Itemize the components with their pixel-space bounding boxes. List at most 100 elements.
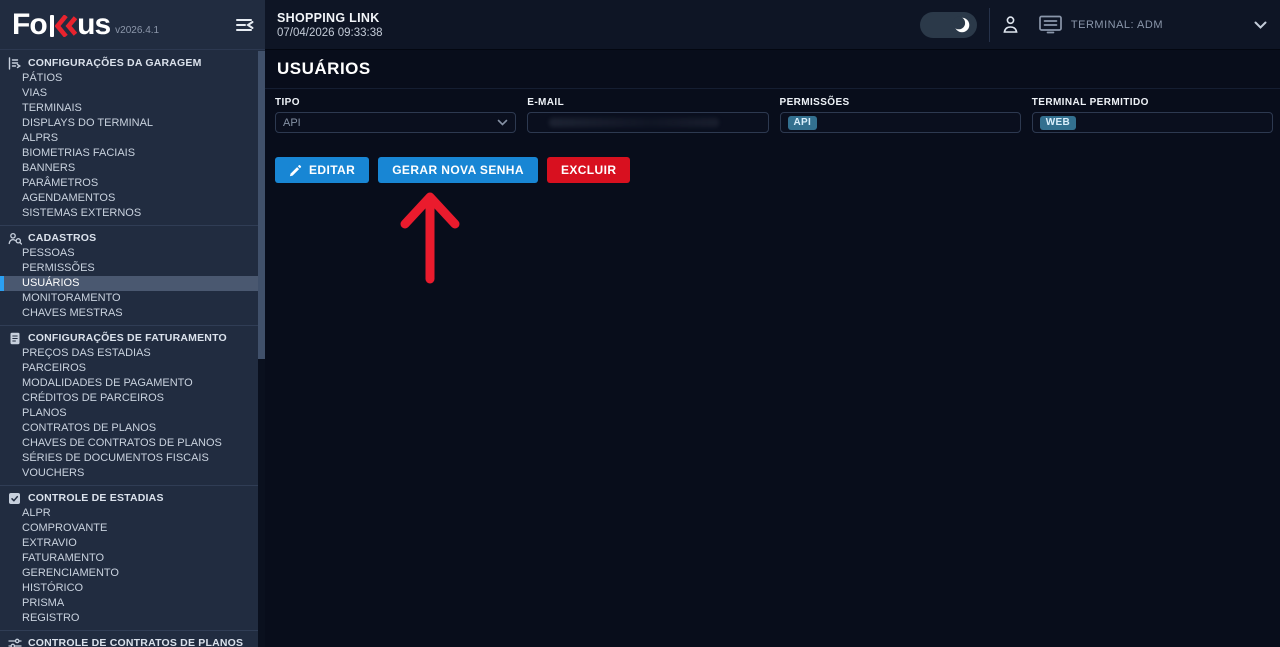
- section-label: CONTROLE DE CONTRATOS DE PLANOS: [28, 637, 243, 647]
- sidebar-item-chaves-de-contratos-de-planos[interactable]: CHAVES DE CONTRATOS DE PLANOS: [0, 436, 258, 451]
- terminal-label: TERMINAL: ADM: [1071, 19, 1163, 31]
- moon-icon: [951, 15, 971, 35]
- permissoes-tag: API: [788, 116, 818, 130]
- logo-k-accent-icon: [55, 15, 77, 37]
- person-search-icon: [7, 232, 22, 245]
- sidebar-item-agendamentos[interactable]: AGENDAMENTOS: [0, 191, 258, 206]
- user-form: TIPO API E-MAIL PERMISSÕESAPI TERMINAL PERMI…: [265, 89, 1280, 133]
- version-label: v2026.4.1: [115, 25, 159, 36]
- sidebar-item-comprovante[interactable]: COMPROVANTE: [0, 521, 258, 536]
- sidebar-item-creditos-de-parceiros[interactable]: CRÉDITOS DE PARCEIROS: [0, 391, 258, 406]
- sidebar-nav: CONFIGURAÇÕES DA GARAGEMPÁTIOSVIASTERMIN…: [0, 51, 258, 647]
- datetime-label: 07/04/2026 09:33:38: [277, 27, 920, 39]
- site-title: SHOPPING LINK: [277, 11, 920, 25]
- selected-value: API: [283, 117, 301, 129]
- section-header-configuracoes-de-faturamento[interactable]: CONFIGURAÇÕES DE FATURAMENTO: [0, 330, 258, 346]
- tipo-label: TIPO: [275, 97, 516, 108]
- collapse-menu-icon[interactable]: [233, 14, 255, 36]
- sidebar-item-patios[interactable]: PÁTIOS: [0, 71, 258, 86]
- sidebar-section-controle-de-estadias: CONTROLE DE ESTADIAS ALPRCOMPROVANTEEXTRA…: [0, 486, 258, 631]
- section-label: CADASTROS: [28, 232, 96, 244]
- sidebar-item-faturamento[interactable]: FATURAMENTO: [0, 551, 258, 566]
- terminal-permitido-tag: WEB: [1040, 116, 1076, 130]
- sidebar-item-vias[interactable]: VIAS: [0, 86, 258, 101]
- sidebar-section-configuracoes-de-faturamento: CONFIGURAÇÕES DE FATURAMENTO PREÇOS DAS E…: [0, 326, 258, 486]
- terminal-permitido-label: TERMINAL PERMITIDO: [1032, 97, 1273, 108]
- checkbox-icon: [7, 492, 22, 505]
- permissoes-tags-input[interactable]: API: [780, 112, 1021, 133]
- page-header: USUÁRIOS: [265, 50, 1280, 89]
- section-label: CONTROLE DE ESTADIAS: [28, 492, 164, 504]
- terminal-permitido-tags-input[interactable]: WEB: [1032, 112, 1273, 133]
- sidebar-item-parceiros[interactable]: PARCEIROS: [0, 361, 258, 376]
- sidebar-item-biometrias-faciais[interactable]: BIOMETRIAS FACIAIS: [0, 146, 258, 161]
- button-label: EXCLUIR: [561, 163, 616, 177]
- sidebar-item-sistemas-externos[interactable]: SISTEMAS EXTERNOS: [0, 206, 258, 221]
- sidebar-item-vouchers[interactable]: VOUCHERS: [0, 466, 258, 481]
- main-content: USUÁRIOS TIPO API E-MAIL PERMISSÕESAPI TERMI…: [265, 50, 1280, 647]
- topbar: SHOPPING LINK 07/04/2026 09:33:38 TERMIN…: [265, 0, 1280, 50]
- section-header-configuracoes-da-garagem[interactable]: CONFIGURAÇÕES DA GARAGEM: [0, 55, 258, 71]
- terminal-selector[interactable]: TERMINAL: ADM: [1038, 14, 1163, 35]
- sidebar-item-series-de-documentos-fiscais[interactable]: SÉRIES DE DOCUMENTOS FISCAIS: [0, 451, 258, 466]
- sidebar-item-precos-das-estadias[interactable]: PREÇOS DAS ESTADIAS: [0, 346, 258, 361]
- sidebar-item-chaves-mestras[interactable]: CHAVES MESTRAS: [0, 306, 258, 321]
- annotation-arrow-up: [398, 191, 462, 294]
- sidebar-scrollbar-thumb[interactable]: [258, 51, 265, 359]
- sidebar-item-modalidades-de-pagamento[interactable]: MODALIDADES DE PAGAMENTO: [0, 376, 258, 391]
- sidebar-header: Fo us v2026.4.1: [0, 0, 265, 50]
- section-header-controle-de-contratos-de-planos[interactable]: CONTROLE DE CONTRATOS DE PLANOS: [0, 635, 258, 647]
- sidebar-item-planos[interactable]: PLANOS: [0, 406, 258, 421]
- button-label: EDITAR: [309, 163, 355, 177]
- topbar-context: SHOPPING LINK 07/04/2026 09:33:38: [265, 11, 920, 39]
- brand-logo: Fo us v2026.4.1: [12, 11, 233, 39]
- sidebar-scrollbar-track[interactable]: [258, 51, 265, 647]
- section-header-cadastros[interactable]: CADASTROS: [0, 230, 258, 246]
- tipo-select[interactable]: API: [275, 112, 516, 133]
- field-permissoes: PERMISSÕESAPI: [780, 97, 1021, 133]
- sidebar-section-cadastros: CADASTROS PESSOASPERMISSÕESUSUÁRIOSMONITO…: [0, 226, 258, 326]
- sidebar-item-extravio[interactable]: EXTRAVIO: [0, 536, 258, 551]
- field-e-mail: E-MAIL: [527, 97, 768, 133]
- invoice-icon: [7, 332, 22, 345]
- action-buttons: EDITAR GERAR NOVA SENHA EXCLUIR: [265, 133, 1280, 183]
- sidebar-item-historico[interactable]: HISTÓRICO: [0, 581, 258, 596]
- sidebar-item-registro[interactable]: REGISTRO: [0, 611, 258, 626]
- sidebar-item-prisma[interactable]: PRISMA: [0, 596, 258, 611]
- sidebar-item-parametros[interactable]: PARÂMETROS: [0, 176, 258, 191]
- terminal-icon: [1038, 14, 1063, 35]
- gerar-nova-senha-button[interactable]: GERAR NOVA SENHA: [378, 157, 538, 183]
- field-terminal-permitido: TERMINAL PERMITIDO WEB: [1032, 97, 1273, 133]
- excluir-button[interactable]: EXCLUIR: [547, 157, 630, 183]
- e-mail-input[interactable]: [527, 112, 768, 133]
- sidebar-item-usuarios[interactable]: USUÁRIOS: [0, 276, 258, 291]
- sidebar-item-banners[interactable]: BANNERS: [0, 161, 258, 176]
- field-tipo: TIPO API: [275, 97, 516, 133]
- sidebar-item-alprs[interactable]: ALPRS: [0, 131, 258, 146]
- sidebar-item-alpr[interactable]: ALPR: [0, 506, 258, 521]
- sidebar-item-gerenciamento[interactable]: GERENCIAMENTO: [0, 566, 258, 581]
- section-header-controle-de-estadias[interactable]: CONTROLE DE ESTADIAS: [0, 490, 258, 506]
- topbar-divider: [989, 8, 990, 42]
- logo-text-post: us: [77, 11, 110, 39]
- sidebar-section-controle-de-contratos-de-planos: CONTROLE DE CONTRATOS DE PLANOS: [0, 631, 258, 647]
- button-label: GERAR NOVA SENHA: [392, 163, 524, 177]
- sidebar-item-terminais[interactable]: TERMINAIS: [0, 101, 258, 116]
- section-label: CONFIGURAÇÕES DE FATURAMENTO: [28, 332, 227, 344]
- user-icon[interactable]: [1001, 14, 1020, 35]
- sidebar-item-displays-do-terminal[interactable]: DISPLAYS DO TERMINAL: [0, 116, 258, 131]
- sliders-icon: [7, 637, 22, 647]
- e-mail-label: E-MAIL: [527, 97, 768, 108]
- sidebar-item-permissoes[interactable]: PERMISSÕES: [0, 261, 258, 276]
- chevron-down-icon[interactable]: [1253, 20, 1268, 30]
- logo-text-pre: Fo: [12, 11, 47, 39]
- sidebar-item-pessoas[interactable]: PESSOAS: [0, 246, 258, 261]
- garage-icon: [7, 57, 22, 70]
- dark-mode-toggle[interactable]: [920, 12, 977, 38]
- redacted-text-blur: [549, 118, 719, 127]
- sidebar-item-monitoramento[interactable]: MONITORAMENTO: [0, 291, 258, 306]
- logo-k-stem: [50, 15, 55, 37]
- sidebar-item-contratos-de-planos[interactable]: CONTRATOS DE PLANOS: [0, 421, 258, 436]
- app-root: Fo us v2026.4.1 CONFIGURAÇÕES DA GARAGEM…: [0, 0, 1280, 647]
- editar-button[interactable]: EDITAR: [275, 157, 369, 183]
